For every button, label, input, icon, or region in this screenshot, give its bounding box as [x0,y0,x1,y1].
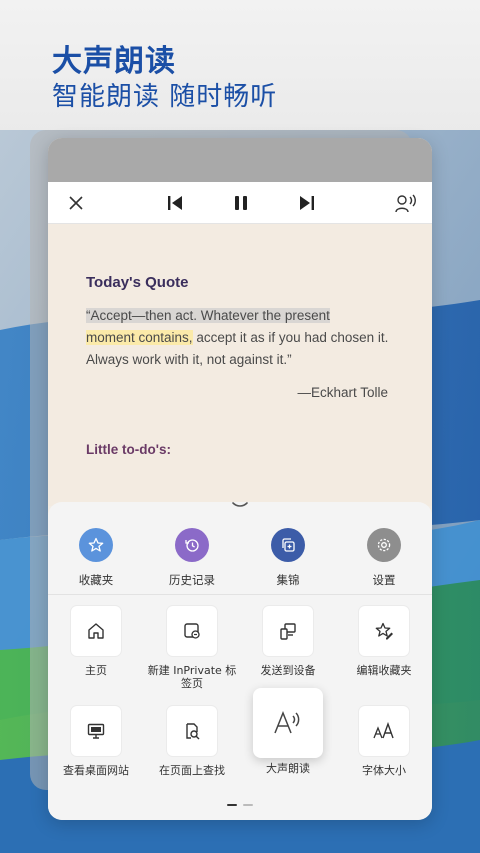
desktop-site-icon [71,706,121,756]
todo-heading: Little to-do's: [86,442,171,457]
find-on-page-icon [167,706,217,756]
menu-send-to-device-label: 发送到设备 [260,664,316,677]
chevron-down-icon[interactable] [230,500,250,510]
quick-history[interactable]: 历史记录 [144,528,240,588]
menu-find-on-page[interactable]: 在页面上查找 [144,706,240,806]
menu-find-on-page-label: 在页面上查找 [159,764,225,777]
quick-collections[interactable]: 集锦 [240,528,336,588]
font-size-icon [359,706,409,756]
quick-settings-label: 设置 [372,573,396,587]
menu-divider [48,594,432,595]
gear-icon [367,528,401,562]
read-aloud-toolbar [48,182,432,224]
hero-subtitle: 智能朗读 随时畅听 [52,82,278,112]
page-dot-active[interactable] [227,804,237,806]
quote-author: —Eckhart Tolle [297,385,388,400]
status-area [48,138,432,182]
skip-previous-icon [168,195,182,210]
pause-icon [235,195,247,210]
menu-desktop-site[interactable]: 查看桌面网站 [48,706,144,806]
menu-font-size[interactable]: 字体大小 [336,706,432,806]
quick-history-label: 历史记录 [169,573,215,587]
voice-settings-icon [395,194,416,212]
read-aloud-icon [253,688,323,758]
menu-home-label: 主页 [85,664,107,677]
pause-button[interactable] [229,191,253,215]
menu-home[interactable]: 主页 [48,606,144,706]
quick-settings[interactable]: 设置 [336,528,432,588]
next-button[interactable] [295,191,319,215]
menu-read-aloud[interactable]: 大声朗读 [240,688,336,806]
quick-favorites[interactable]: 收藏夹 [48,528,144,588]
quote-heading: Today's Quote [86,274,189,291]
hero-title: 大声朗读 [52,44,176,79]
menu-edit-favorites[interactable]: 编辑收藏夹 [336,606,432,706]
menu-desktop-site-label: 查看桌面网站 [63,764,129,777]
page-dot[interactable] [243,804,253,806]
reader-content: Today's Quote “Accept—then act. Whatever… [48,224,432,506]
send-to-device-icon [263,606,313,656]
quick-actions: 收藏夹 历史记录 集锦 设置 [48,528,432,588]
previous-button[interactable] [163,191,187,215]
quote-highlight-current-line: “Accept—then act. Whatever the present [86,308,330,323]
menu-new-inprivate-tab-label: 新建 InPrivate 标签页 [147,664,237,690]
browser-window: Today's Quote “Accept—then act. Whatever… [48,138,432,820]
quote-text: “Accept—then act. Whatever the present m… [86,305,394,371]
inprivate-tab-icon [167,606,217,656]
edit-favorites-icon [359,606,409,656]
home-icon [71,606,121,656]
quick-favorites-label: 收藏夹 [78,573,114,587]
collections-icon [271,528,305,562]
star-icon [79,528,113,562]
close-icon [69,195,83,210]
menu-font-size-label: 字体大小 [362,764,406,777]
history-icon [175,528,209,562]
menu-new-inprivate-tab[interactable]: 新建 InPrivate 标签页 [144,606,240,706]
quote-highlight-current-word: moment contains, [86,330,193,345]
voice-settings-button[interactable] [394,191,418,215]
skip-next-icon [300,195,314,210]
page-indicator [48,804,432,806]
menu-edit-favorites-label: 编辑收藏夹 [356,664,412,677]
browser-menu-sheet: 收藏夹 历史记录 集锦 设置 主页 新建 InPrivate 标签页 发送到设备… [48,502,432,820]
menu-read-aloud-label: 大声朗读 [266,762,310,775]
close-button[interactable] [64,191,88,215]
menu-grid: 主页 新建 InPrivate 标签页 发送到设备 编辑收藏夹 查看桌面网站 在… [48,606,432,806]
quick-collections-label: 集锦 [276,573,300,587]
